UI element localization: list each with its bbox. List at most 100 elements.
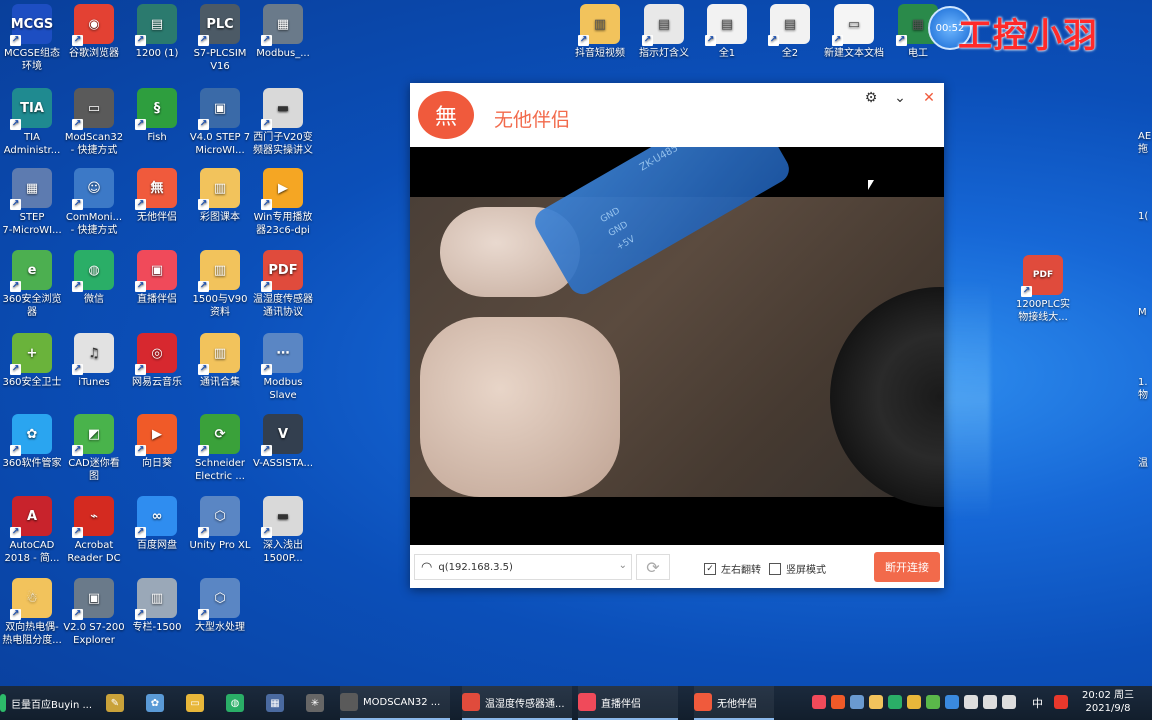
app4-icon[interactable] (869, 695, 883, 709)
mirror-checkbox[interactable]: ✓ 左右翻转 (704, 561, 761, 576)
desktop-icon-zhishideng[interactable]: ▤ 指示灯含义 (632, 4, 696, 60)
desktop-icon-s7200[interactable]: ▣V2.0 S7-200 Explorer (62, 578, 126, 647)
app5-icon[interactable] (907, 695, 921, 709)
desktop-icon-cad[interactable]: ◩CAD迷你看 图 (62, 414, 126, 483)
shenru-icon: ▬ (261, 496, 303, 538)
desktop-icon-tia[interactable]: TIATIA Administr... (0, 88, 64, 157)
battery-icon[interactable] (983, 695, 997, 709)
taskbar-pin-gear[interactable]: ✳ (306, 686, 324, 720)
desktop-icon-chrome[interactable]: ◉ 谷歌浏览器 (62, 4, 126, 60)
desktop-icon-modscan[interactable]: ▭ModScan32 - 快捷方式 (62, 88, 126, 157)
desktop-icon-tongxun[interactable]: ▥ 通讯合集 (188, 333, 252, 389)
desktop-icon-xiangrikui[interactable]: ▶ 向日葵 (125, 414, 189, 470)
taskbar-item-juliang[interactable]: 巨量百应Buyin ... (0, 686, 92, 720)
desktop-icon-newtxt[interactable]: ▭ 新建文本文档 (822, 4, 886, 60)
ime-indicator[interactable]: 中 (1032, 686, 1043, 720)
desktop-icon-plcsim[interactable]: PLCS7-PLCSIM V16 (188, 4, 252, 73)
taskbar-item-wenshidu[interactable]: 温湿度传感器通... (462, 686, 572, 720)
desktop-icon-modbus[interactable]: ▦ Modbus_... (251, 4, 315, 60)
refresh-button[interactable]: ⟳ (636, 554, 670, 580)
desktop-icon-autocad[interactable]: AAutoCAD 2018 - 简... (0, 496, 64, 565)
taskbar-pin-calculator[interactable]: ▦ (266, 686, 284, 720)
app6-icon[interactable] (926, 695, 940, 709)
chrome-icon: ◉ (72, 4, 114, 46)
wifi-icon[interactable] (1002, 695, 1016, 709)
desktop-icon-v90[interactable]: ▥1500与V90 资料 (188, 250, 252, 319)
desktop-icon-p1200[interactable]: ▤ 1200 (1) (125, 4, 189, 60)
desktop-icon-heater[interactable]: ☃双向热电偶- 热电阻分度... (0, 578, 64, 647)
app-header: 無 无他伴侣 ⚙ ⌄ ✕ (410, 83, 944, 147)
close-icon[interactable]: ✕ (918, 87, 940, 109)
settings-gear-icon[interactable]: ⚙ (860, 87, 882, 109)
desktop-icon-guard360[interactable]: +360安全卫士 (0, 333, 64, 389)
taskbar-pin-explorer[interactable]: ▭ (186, 686, 204, 720)
desktop-icon-acrobat[interactable]: ⌁Acrobat Reader DC (62, 496, 126, 565)
desktop-icon-unity[interactable]: ⬡ Unity Pro XL (188, 496, 252, 552)
desktop-icon-fish[interactable]: § Fish (125, 88, 189, 144)
desktop-icon-schneider[interactable]: ⟳Schneider Electric ... (188, 414, 252, 483)
desktop-icon-douyin[interactable]: ▥ 抖音短视频 (568, 4, 632, 60)
connection-select[interactable]: ◠ q(192.168.3.5) ⌄ (414, 554, 632, 580)
desktop-icon-label: Modbus_... (256, 48, 310, 59)
minimize-chevron-icon[interactable]: ⌄ (889, 87, 911, 109)
desktop-icon-tempproto[interactable]: PDF温湿度传感器 通讯协议 (251, 250, 315, 319)
portrait-checkbox[interactable]: 竖屏模式 (769, 561, 826, 576)
desktop-icon-step7[interactable]: ▦STEP 7-MicroWI... (0, 168, 64, 237)
edge-label: AE 拖 (1138, 131, 1152, 155)
wechat-tray-icon[interactable] (888, 695, 902, 709)
desktop-icon-label: Modbus Slave (263, 377, 303, 401)
sogou-icon[interactable] (1054, 695, 1068, 709)
desktop-icon-step7v4[interactable]: ▣V4.0 STEP 7 MicroWI... (188, 88, 252, 157)
desktop-icon-shenru[interactable]: ▬深入浅出 1500P... (251, 496, 315, 565)
desktop-icon-winplayer[interactable]: ▶Win专用播放 器23c6-dpi (251, 168, 315, 237)
desktop-icon-label: 1200 (1) (135, 48, 179, 59)
desktop-icon-label: 指示灯含义 (639, 48, 689, 59)
taskbar-clock[interactable]: 20:02 周三 2021/9/8 (1078, 689, 1138, 715)
desktop-icon-label: 大型水处理 (195, 622, 245, 633)
desktop-icon-caitu[interactable]: ▥ 彩图课本 (188, 168, 252, 224)
taskbar-item-label: 直播伴侣 (601, 698, 641, 710)
desktop-icon-label: 谷歌浏览器 (69, 48, 119, 59)
app2-icon[interactable] (831, 695, 845, 709)
app-logo-icon: 無 (418, 91, 474, 139)
taskbar: 巨量百应Buyin ... MODSCAN32 ... 温湿度传感器通... 直播伴侣… (0, 686, 1152, 720)
taskbar-pin-flower[interactable]: ✿ (146, 686, 164, 720)
camera-preview: ZK-U485 GND GND +5V (410, 147, 944, 545)
desktop-icon-netease[interactable]: ◎ 网易云音乐 (125, 333, 189, 389)
bluetooth-icon[interactable] (945, 695, 959, 709)
app3-icon[interactable] (850, 695, 864, 709)
taskbar-pin-tool[interactable]: ✎ (106, 686, 124, 720)
disconnect-button[interactable]: 断开连接 (874, 552, 940, 582)
portrait-label: 竖屏模式 (786, 565, 826, 576)
desktop-icon-wechat[interactable]: ◍ 微信 (62, 250, 126, 306)
desktop-icon-water[interactable]: ⬡ 大型水处理 (188, 578, 252, 634)
desktop-icon-s360browser[interactable]: e360安全浏览 器 (0, 250, 64, 319)
desktop-icon-commoni[interactable]: ☺ComMoni... - 快捷方式 (62, 168, 126, 237)
desktop-icon-v20[interactable]: ▬西门子V20变 频器实操讲义 (251, 88, 315, 157)
desktop-icon-label: 全2 (781, 48, 799, 59)
desktop-icon-baidu[interactable]: ∞ 百度网盘 (125, 496, 189, 552)
desktop-icon-wuta[interactable]: 無无他伴侣 (125, 168, 189, 224)
calculator-icon: ▦ (266, 694, 284, 712)
desktop-icon-itunes[interactable]: ♫ iTunes (62, 333, 126, 389)
desktop-icon-modbusslave[interactable]: ⋯Modbus Slave (251, 333, 315, 402)
desktop-icon-zhuanlan[interactable]: ▥ 专栏-1500 (125, 578, 189, 634)
taskbar-item-modscan[interactable]: MODSCAN32 ... (340, 686, 450, 720)
mic-icon[interactable] (964, 695, 978, 709)
app1-icon[interactable] (812, 695, 826, 709)
desktop-icon-soft360[interactable]: ✿ 360软件管家 (0, 414, 64, 470)
desktop-icon-label: STEP 7-MicroWI... (2, 212, 62, 236)
desktop-icon-quan1[interactable]: ▤ 全1 (695, 4, 759, 60)
desktop-icon-pdf1200[interactable]: PDF 1200PLC实 物接线大... (1011, 255, 1075, 324)
quan1-icon: ▤ (705, 4, 747, 46)
taskbar-item-zhibo[interactable]: 直播伴侣 (578, 686, 678, 720)
desktop-icon-mcgse[interactable]: MCGSMCGSE组态 环境 (0, 4, 64, 73)
caitu-icon: ▥ (198, 168, 240, 210)
desktop-icon-zhibo[interactable]: ▣ 直播伴侣 (125, 250, 189, 306)
desktop-icon-label: V-ASSISTA... (252, 458, 313, 469)
taskbar-pin-wechat[interactable]: ◍ (226, 686, 244, 720)
tia-icon: TIA (10, 88, 52, 130)
desktop-icon-vassist[interactable]: V V-ASSISTA... (251, 414, 315, 470)
taskbar-item-wuta[interactable]: 无他伴侣 (694, 686, 774, 720)
desktop-icon-quan2[interactable]: ▤ 全2 (758, 4, 822, 60)
